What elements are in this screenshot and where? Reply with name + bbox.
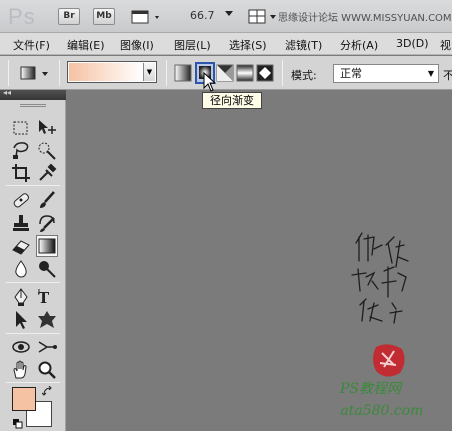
toolbox-separator (6, 185, 60, 186)
history-brush-tool-icon[interactable] (36, 212, 58, 234)
mode-value: 正常 (340, 67, 362, 80)
collapse-icon[interactable]: ◂◂ (3, 88, 11, 97)
menu-analysis[interactable]: 分析(A) (340, 37, 378, 53)
zoom-dropdown-icon[interactable] (223, 10, 235, 18)
swap-colors-icon[interactable] (42, 386, 54, 398)
zoom-level[interactable]: 66.7 (190, 9, 215, 22)
dodge-tool-icon[interactable] (36, 258, 58, 280)
default-colors-icon[interactable] (12, 418, 24, 430)
gradient-tool-icon[interactable] (37, 236, 57, 256)
menu-select[interactable]: 选择(S) (229, 37, 267, 53)
options-grip (8, 60, 9, 86)
angle-gradient-icon[interactable] (216, 64, 234, 82)
toolbox-header[interactable]: ◂◂ (0, 88, 66, 100)
options-separator (166, 60, 167, 86)
brush-tool-icon[interactable] (36, 189, 58, 211)
blur-tool-icon[interactable] (10, 258, 32, 280)
marquee-tool-icon[interactable] (10, 117, 32, 139)
menu-layer[interactable]: 图层(L) (174, 37, 211, 53)
lasso-tool-icon[interactable] (10, 140, 32, 162)
crop-tool-icon[interactable] (10, 162, 32, 184)
arrange-documents-icon[interactable] (248, 9, 282, 25)
healing-brush-tool-icon[interactable] (10, 189, 32, 211)
bridge-button[interactable]: Br (58, 8, 80, 25)
calligraphy-signature: PS教程网 www.tata580.com (340, 232, 423, 419)
quick-selection-tool-icon[interactable] (36, 140, 58, 162)
opacity-label: 不 (443, 69, 452, 82)
reflected-gradient-icon[interactable] (236, 64, 254, 82)
toolbox-separator (6, 282, 60, 283)
photoshop-logo: Ps (8, 4, 36, 29)
menu-edit[interactable]: 编辑(E) (67, 37, 105, 53)
menu-file[interactable]: 文件(F) (13, 37, 50, 53)
3d-rotate-tool-icon[interactable] (10, 336, 32, 358)
gradient-dropdown-arrow[interactable]: ▼ (143, 63, 155, 81)
options-separator (59, 60, 60, 86)
photoshop-window: Ps Br Mb 66.7 思缘设计论坛 WWW.MISSYUAN.COM 文件… (0, 0, 452, 431)
application-bar: Ps Br Mb 66.7 思缘设计论坛 WWW.MISSYUAN.COM (0, 0, 452, 33)
toolbox-grip[interactable] (20, 104, 46, 107)
gradient-type-tooltip: 径向渐变 (202, 92, 262, 109)
mode-label: 模式: (291, 69, 317, 82)
move-tool-icon[interactable] (36, 117, 58, 139)
clone-stamp-tool-icon[interactable] (10, 212, 32, 234)
linear-gradient-icon[interactable] (174, 64, 192, 82)
menu-filter[interactable]: 滤镜(T) (285, 37, 322, 53)
svg-text:T: T (38, 289, 50, 307)
menu-bar: 文件(F) 编辑(E) 图像(I) 图层(L) 选择(S) 滤镜(T) 分析(A… (0, 33, 452, 55)
mini-bridge-button[interactable]: Mb (93, 8, 115, 25)
eraser-tool-icon[interactable] (10, 235, 32, 257)
hand-tool-icon[interactable] (10, 359, 32, 381)
site-name-text: PS教程网 (340, 381, 403, 397)
diamond-gradient-icon[interactable] (256, 64, 274, 82)
view-extras-icon[interactable] (131, 9, 165, 25)
zoom-tool-icon[interactable] (36, 359, 58, 381)
tool-preset-icon[interactable] (18, 64, 54, 82)
menu-view[interactable]: 视 (440, 37, 451, 53)
forum-watermark: 思缘设计论坛 WWW.MISSYUAN.COM (278, 13, 452, 24)
site-url-text: www.tata580.com (340, 403, 423, 419)
toolbox-separator (6, 333, 60, 334)
custom-shape-tool-icon[interactable] (36, 309, 58, 331)
mode-dropdown-arrow: ▼ (427, 69, 434, 78)
type-tool-icon[interactable]: T (36, 286, 58, 308)
mouse-cursor-icon (203, 72, 217, 92)
foreground-color-swatch[interactable] (12, 387, 36, 411)
gradient-preview[interactable] (69, 63, 143, 81)
path-selection-tool-icon[interactable] (10, 309, 32, 331)
options-separator (282, 60, 283, 86)
eyedropper-tool-icon[interactable] (36, 162, 58, 184)
menu-3d[interactable]: 3D(D) (396, 37, 429, 50)
toolbox-separator (6, 382, 60, 383)
gradient-picker[interactable]: ▼ (67, 61, 157, 83)
3d-camera-tool-icon[interactable] (36, 336, 58, 358)
gradient-tool-button[interactable] (36, 235, 58, 257)
menu-image[interactable]: 图像(I) (120, 37, 154, 53)
mode-select[interactable]: 正常 ▼ (333, 64, 439, 83)
pen-tool-icon[interactable] (10, 286, 32, 308)
